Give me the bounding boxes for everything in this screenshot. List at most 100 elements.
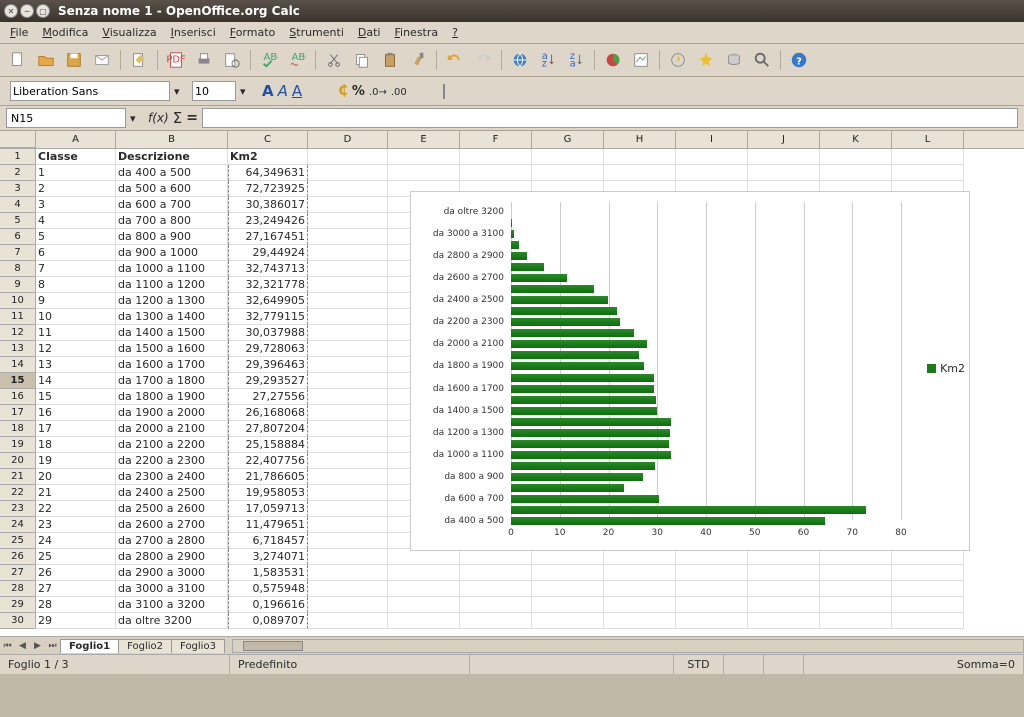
row-header[interactable]: 2 [0,165,36,181]
cell[interactable]: 30,037988 [228,325,308,341]
cell[interactable]: 26 [36,565,116,581]
row-header[interactable]: 19 [0,437,36,453]
cell[interactable]: 9 [36,293,116,309]
cell[interactable]: da 1600 a 1700 [116,357,228,373]
percent-icon[interactable]: % [352,84,365,99]
select-all-corner[interactable] [0,131,36,148]
cell[interactable] [460,149,532,165]
menu-file[interactable]: File [4,24,34,41]
cellref-dropdown-icon[interactable]: ▾ [130,112,144,125]
sort-desc-icon[interactable]: za [564,48,588,72]
email-icon[interactable] [90,48,114,72]
cell[interactable] [460,549,532,565]
cell[interactable] [748,597,820,613]
cell[interactable]: da 1800 a 1900 [116,389,228,405]
cell[interactable]: 1,583531 [228,565,308,581]
cell[interactable] [604,597,676,613]
cell[interactable]: 29,293527 [228,373,308,389]
cell[interactable]: da 3100 a 3200 [116,597,228,613]
copy-icon[interactable] [350,48,374,72]
cell[interactable]: da 1400 a 1500 [116,325,228,341]
cell[interactable]: da 1500 a 1600 [116,341,228,357]
cell[interactable] [748,581,820,597]
col-header-B[interactable]: B [116,131,228,148]
cell[interactable] [308,613,388,629]
status-sum[interactable]: Somma=0 [804,655,1024,674]
menu-dati[interactable]: Dati [352,24,387,41]
cell[interactable]: 32,321778 [228,277,308,293]
row-header[interactable]: 29 [0,597,36,613]
font-size-input[interactable] [192,81,236,101]
cell[interactable]: 18 [36,437,116,453]
bold-icon[interactable]: A [262,82,274,100]
cell[interactable]: 1 [36,165,116,181]
cell[interactable] [308,565,388,581]
row-header[interactable]: 30 [0,613,36,629]
cell[interactable]: 25 [36,549,116,565]
cell[interactable]: da 2900 a 3000 [116,565,228,581]
cell[interactable] [308,389,388,405]
font-name-input[interactable] [10,81,170,101]
cell[interactable]: 26,168068 [228,405,308,421]
cell[interactable]: 11 [36,325,116,341]
cell[interactable]: 30,386017 [228,197,308,213]
cell[interactable]: 29 [36,613,116,629]
menu-strumenti[interactable]: Strumenti [283,24,350,41]
cell[interactable] [892,565,964,581]
cell[interactable]: da 800 a 900 [116,229,228,245]
cell[interactable]: 64,349631 [228,165,308,181]
cell[interactable] [748,613,820,629]
cell[interactable] [604,581,676,597]
row-header[interactable]: 9 [0,277,36,293]
col-header-I[interactable]: I [676,131,748,148]
menu-modifica[interactable]: Modifica [36,24,94,41]
cell[interactable] [820,581,892,597]
underline-icon[interactable]: A [292,82,302,100]
row-header[interactable]: 6 [0,229,36,245]
cell[interactable] [532,613,604,629]
row-header[interactable]: 18 [0,421,36,437]
cell[interactable] [388,565,460,581]
sum-icon[interactable]: Σ [173,109,182,127]
cell[interactable]: da 1000 a 1100 [116,261,228,277]
cell[interactable]: 29,44924 [228,245,308,261]
cell[interactable]: da 500 a 600 [116,181,228,197]
cell[interactable]: 27,27556 [228,389,308,405]
row-header[interactable]: 4 [0,197,36,213]
cell[interactable]: 29,728063 [228,341,308,357]
cell[interactable] [308,453,388,469]
cell[interactable]: Classe [36,149,116,165]
sort-asc-icon[interactable]: az [536,48,560,72]
sheet-tab-foglio3[interactable]: Foglio3 [171,639,225,653]
undo-icon[interactable] [443,48,467,72]
cell[interactable] [308,581,388,597]
cell[interactable] [748,549,820,565]
cell[interactable]: da 700 a 800 [116,213,228,229]
status-std[interactable]: STD [674,655,724,674]
open-icon[interactable] [34,48,58,72]
cell[interactable]: 27 [36,581,116,597]
cell[interactable] [308,373,388,389]
cell[interactable]: 27,807204 [228,421,308,437]
cell[interactable]: da 1300 a 1400 [116,309,228,325]
cell[interactable] [460,165,532,181]
row-header[interactable]: 20 [0,453,36,469]
cell[interactable]: Descrizione [116,149,228,165]
cell[interactable]: da 2100 a 2200 [116,437,228,453]
cell[interactable]: 29,396463 [228,357,308,373]
cell[interactable] [308,549,388,565]
cell[interactable] [820,597,892,613]
cell[interactable] [308,501,388,517]
col-header-A[interactable]: A [36,131,116,148]
cell[interactable] [308,149,388,165]
tab-next-icon[interactable]: ▶ [30,638,45,654]
row-header[interactable]: 24 [0,517,36,533]
cell[interactable]: 72,723925 [228,181,308,197]
italic-icon[interactable]: A [278,82,288,100]
cell[interactable]: da 900 a 1000 [116,245,228,261]
cell[interactable] [820,165,892,181]
show-draw-icon[interactable] [629,48,653,72]
row-header[interactable]: 22 [0,485,36,501]
cell[interactable] [388,165,460,181]
cell[interactable]: da 2300 a 2400 [116,469,228,485]
